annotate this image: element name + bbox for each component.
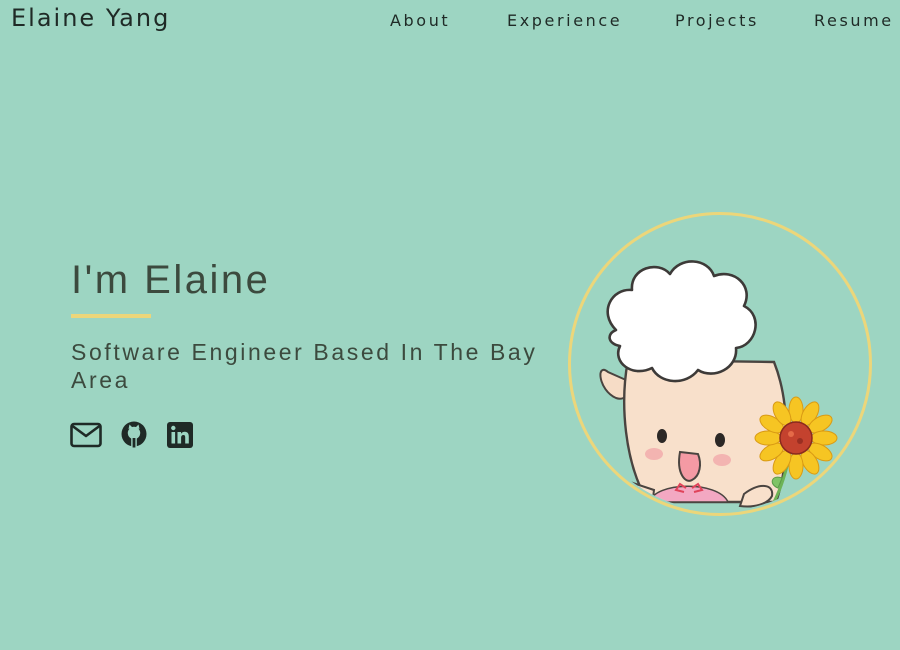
github-icon[interactable] (120, 420, 148, 450)
hero-subtitle: Software Engineer Based In The Bay Area (71, 339, 538, 393)
hero-title: I'm Elaine (71, 258, 271, 302)
nav-item-experience[interactable]: Experience (507, 11, 622, 30)
lamb-with-sunflower-illustration (599, 260, 838, 508)
mail-icon[interactable] (70, 420, 102, 450)
nav-item-resume[interactable]: Resume (814, 11, 894, 30)
nav-item-projects[interactable]: Projects (675, 11, 759, 30)
profile-avatar (568, 212, 872, 516)
nav-item-about[interactable]: About (390, 11, 450, 30)
title-underline (71, 314, 151, 318)
main-nav: About Experience Projects Resume (0, 11, 900, 35)
linkedin-icon[interactable] (166, 420, 194, 450)
